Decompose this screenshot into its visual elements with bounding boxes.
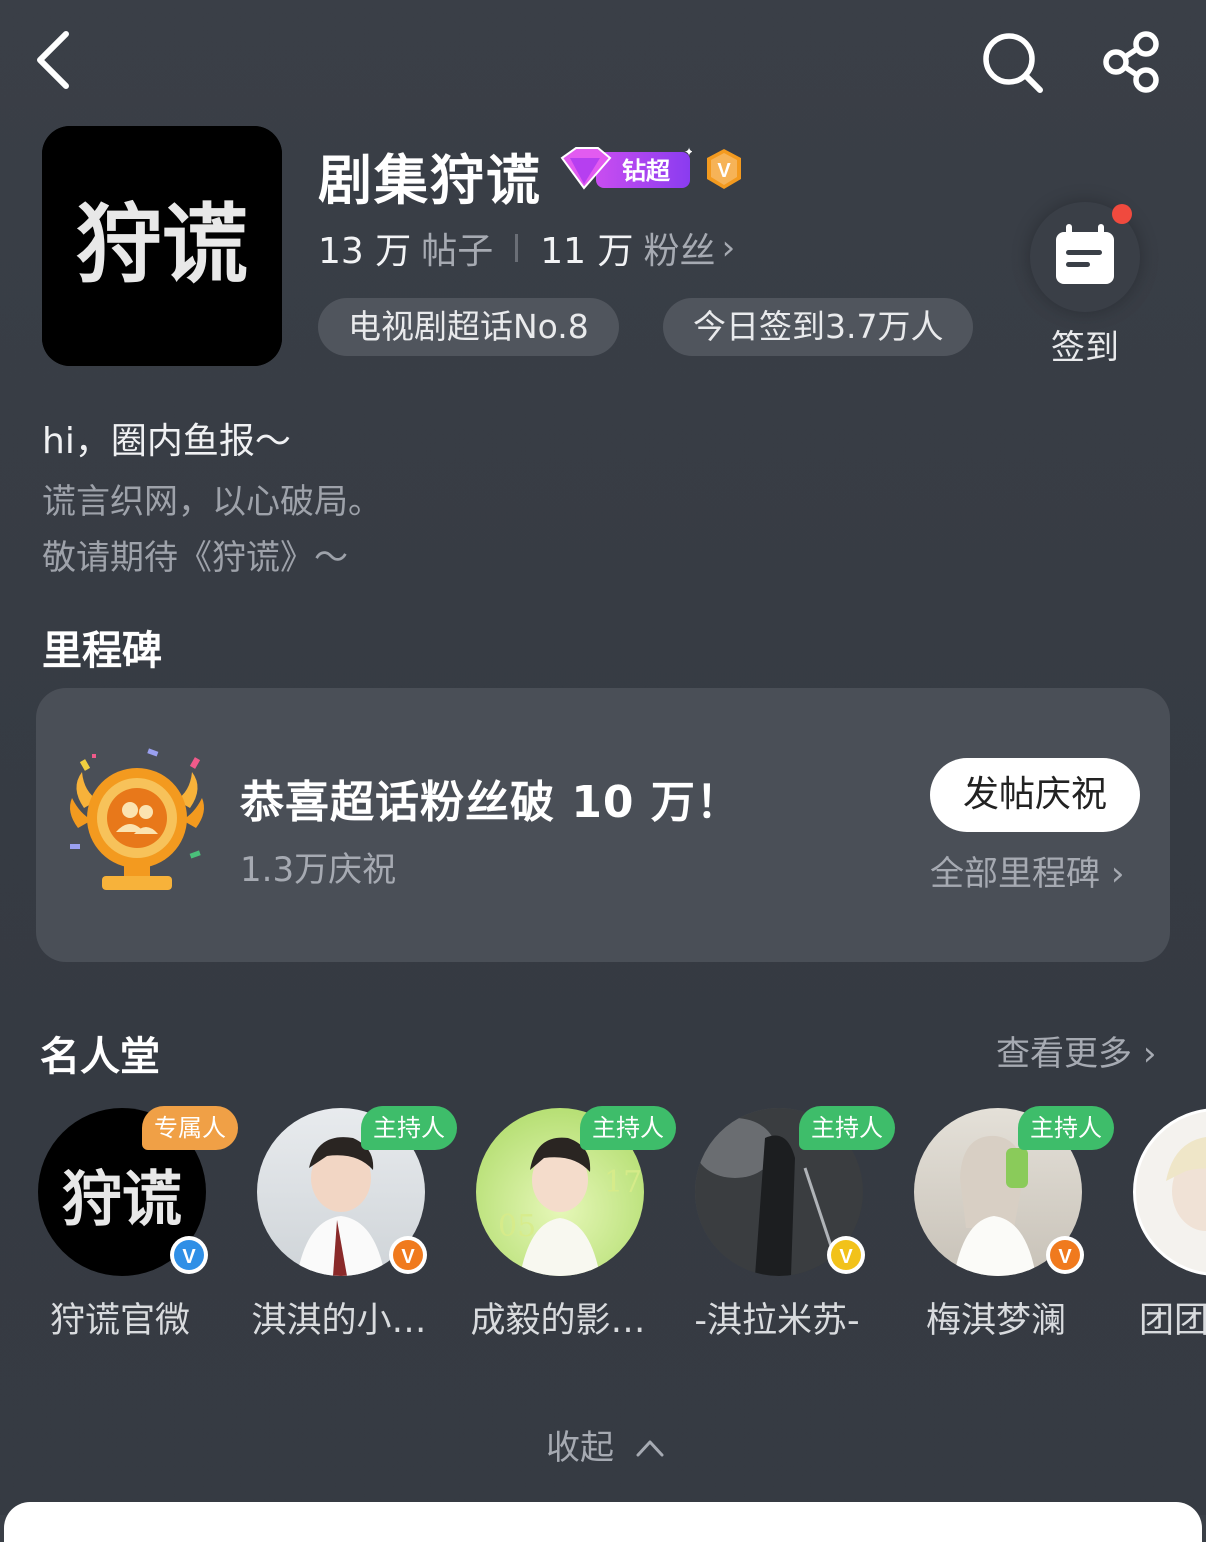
hall-of-fame-heading: 名人堂	[40, 1034, 160, 1080]
checkin-label[interactable]: 签到	[1030, 320, 1140, 369]
fans-count[interactable]: 11 万	[540, 222, 633, 274]
svg-text:05: 05	[498, 1209, 536, 1244]
member-name: 梅淇梦澜	[925, 1301, 1066, 1341]
hall-member[interactable]: 狩谎 专属人 V 狩谎官微	[20, 1106, 238, 1346]
intro-line-3: 敬请期待《狩谎》～	[42, 538, 348, 578]
svg-text:钻超: 钻超	[622, 158, 671, 185]
share-button[interactable]	[1098, 28, 1166, 96]
search-button[interactable]	[978, 28, 1046, 96]
collapse-label: 收起	[546, 1428, 614, 1468]
chevron-right-icon: ›	[1142, 1034, 1157, 1074]
chevron-right-icon[interactable]: ›	[722, 228, 736, 268]
all-milestones-label: 全部里程碑	[930, 854, 1100, 894]
svg-text:狩谎: 狩谎	[76, 194, 248, 295]
verified-blue-icon: V	[170, 1236, 208, 1274]
verified-gold-icon: V	[827, 1236, 865, 1274]
avatar	[1133, 1108, 1206, 1276]
view-more-label: 查看更多	[996, 1034, 1132, 1074]
collapse-button[interactable]: 收起	[546, 1420, 665, 1469]
svg-text:V: V	[717, 160, 731, 182]
fans-label[interactable]: 粉丝	[644, 222, 716, 274]
hall-member[interactable]: 主持人 V 淇淇的小…	[239, 1106, 457, 1346]
svg-text:V: V	[839, 1246, 853, 1268]
back-arrow-icon	[37, 31, 69, 89]
milestone-title: 恭喜超话粉丝破 10 万！	[240, 777, 741, 828]
stats-divider	[515, 234, 519, 262]
svg-text:✦: ✦	[684, 145, 692, 159]
member-name: 淇淇的小…	[251, 1301, 427, 1341]
back-button[interactable]	[28, 28, 88, 92]
bottom-sheet-edge	[4, 1502, 1202, 1542]
hall-member[interactable]: 团团	[1115, 1106, 1206, 1346]
hall-member[interactable]: 05 17 主持人 成毅的影…	[458, 1106, 676, 1346]
checkin-count-pill[interactable]: 今日签到3.7万人	[663, 298, 974, 356]
topic-title: 剧集狩谎	[318, 149, 542, 212]
svg-text:狩谎: 狩谎	[62, 1165, 182, 1235]
posts-label: 帖子	[421, 231, 494, 272]
verified-v-badge-icon: V	[704, 148, 744, 190]
svg-text:V: V	[1058, 1246, 1072, 1268]
diamond-super-badge[interactable]: 钻超 ✦	[556, 144, 694, 192]
member-name: -淇拉米苏-	[694, 1301, 860, 1341]
milestone-celebrate-count: 1.3万庆祝	[240, 850, 397, 890]
member-name: 狩谎官微	[49, 1301, 190, 1341]
role-badge: 主持人	[799, 1106, 895, 1150]
posts-count: 13 万	[318, 231, 412, 272]
celebrate-post-button[interactable]: 发帖庆祝	[930, 758, 1140, 832]
chevron-up-icon	[636, 1440, 664, 1457]
member-name: 成毅的影…	[470, 1301, 646, 1341]
topic-stats: 13 万 帖子 11 万 粉丝 ›	[318, 222, 735, 274]
milestone-heading: 里程碑	[42, 628, 162, 674]
verified-orange-icon: V	[389, 1236, 427, 1274]
intro-line-1: hi，圈内鱼报～	[42, 421, 291, 462]
cover-logo: 狩谎	[42, 126, 282, 366]
rank-pill[interactable]: 电视剧超话No.8	[318, 298, 619, 356]
all-milestones-link[interactable]: 全部里程碑 ›	[930, 846, 1124, 895]
role-badge: 主持人	[361, 1106, 457, 1150]
svg-text:V: V	[182, 1246, 196, 1268]
svg-text:17: 17	[604, 1165, 642, 1200]
hall-member[interactable]: 主持人 V -淇拉米苏-	[677, 1106, 895, 1346]
notification-dot	[1112, 204, 1132, 224]
role-badge: 主持人	[580, 1106, 676, 1150]
share-icon	[1103, 31, 1159, 93]
member-name: 团团	[1139, 1301, 1206, 1341]
role-badge: 专属人	[142, 1106, 238, 1150]
hall-member[interactable]: 主持人 V 梅淇梦澜	[896, 1106, 1114, 1346]
view-more-link[interactable]: 查看更多 ›	[996, 1026, 1156, 1075]
verified-orange-icon: V	[1046, 1236, 1084, 1274]
search-icon	[983, 33, 1043, 93]
chevron-right-icon: ›	[1110, 854, 1125, 894]
svg-text:V: V	[401, 1246, 415, 1268]
trophy-icon	[62, 748, 212, 898]
role-badge: 主持人	[1018, 1106, 1114, 1150]
intro-line-2: 谎言织网，以心破局。	[42, 482, 382, 522]
topic-cover-image[interactable]: 狩谎	[42, 126, 282, 366]
